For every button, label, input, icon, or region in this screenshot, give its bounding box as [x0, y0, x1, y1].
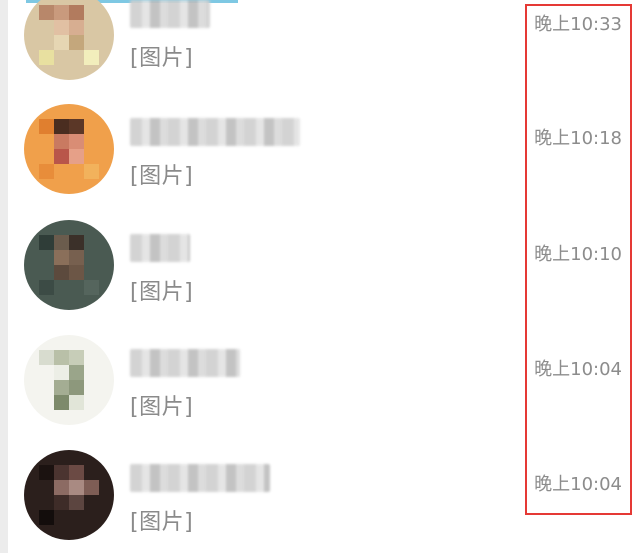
contact-name-blurred: [130, 234, 190, 262]
contact-avatar[interactable]: [24, 220, 114, 310]
avatar-pixel: [69, 395, 84, 410]
avatar-pixel: [54, 35, 69, 50]
avatar-pixel: [69, 480, 84, 495]
chat-list-item[interactable]: [图片] 晚上10:04: [0, 335, 640, 450]
message-preview: [图片]: [130, 46, 194, 71]
message-preview: [图片]: [130, 280, 194, 305]
chat-list: [图片] 晚上10:33 [图片] 晚上10:18 [图片] 晚上10:10 […: [0, 0, 640, 553]
avatar-pixel: [39, 350, 54, 365]
avatar-pixel: [69, 465, 84, 480]
contact-name-blurred: [130, 349, 240, 377]
message-time: 晚上10:04: [534, 474, 622, 495]
avatar-pixel: [69, 250, 84, 265]
avatar-pixel: [54, 265, 69, 280]
contact-name-blurred: [130, 464, 270, 492]
message-time: 晚上10:33: [534, 14, 622, 35]
chat-list-item[interactable]: [图片] 晚上10:10: [0, 220, 640, 335]
avatar-pixel: [69, 380, 84, 395]
avatar-pixel: [69, 350, 84, 365]
avatar-pixel: [84, 164, 99, 179]
avatar-pixel: [54, 395, 69, 410]
avatar-pixel: [69, 265, 84, 280]
avatar-pixel: [39, 235, 54, 250]
avatar-pixel: [54, 495, 69, 510]
avatar-pixel: [54, 119, 69, 134]
avatar-pixel: [69, 235, 84, 250]
avatar-pixel: [39, 119, 54, 134]
avatar-pixel: [84, 280, 99, 295]
contact-avatar[interactable]: [24, 0, 114, 80]
message-time: 晚上10:04: [534, 359, 622, 380]
message-preview: [图片]: [130, 510, 194, 535]
chat-list-item[interactable]: [图片] 晚上10:33: [0, 0, 640, 105]
avatar-pixel: [54, 5, 69, 20]
avatar-pixel: [54, 465, 69, 480]
avatar-pixel: [54, 134, 69, 149]
avatar-pixel: [39, 510, 54, 525]
avatar-pixel: [69, 149, 84, 164]
avatar-pixel: [39, 50, 54, 65]
avatar-pixel: [39, 465, 54, 480]
avatar-pixel: [84, 50, 99, 65]
message-preview: [图片]: [130, 395, 194, 420]
avatar-pixel: [54, 380, 69, 395]
avatar-pixel: [84, 480, 99, 495]
avatar-pixel: [39, 5, 54, 20]
message-time: 晚上10:10: [534, 244, 622, 265]
message-preview: [图片]: [130, 164, 194, 189]
avatar-pixel: [54, 480, 69, 495]
contact-avatar[interactable]: [24, 335, 114, 425]
message-time: 晚上10:18: [534, 128, 622, 149]
contact-avatar[interactable]: [24, 104, 114, 194]
avatar-pixel: [54, 365, 69, 380]
avatar-pixel: [54, 350, 69, 365]
contact-name-blurred: [130, 0, 210, 28]
avatar-pixel: [69, 5, 84, 20]
contact-name-blurred: [130, 118, 300, 146]
avatar-pixel: [69, 35, 84, 50]
avatar-pixel: [69, 119, 84, 134]
avatar-pixel: [54, 235, 69, 250]
avatar-pixel: [39, 164, 54, 179]
avatar-pixel: [69, 134, 84, 149]
avatar-pixel: [54, 149, 69, 164]
chat-list-item[interactable]: [图片] 晚上10:04: [0, 450, 640, 553]
contact-avatar[interactable]: [24, 450, 114, 540]
avatar-pixel: [69, 365, 84, 380]
avatar-pixel: [69, 495, 84, 510]
chat-list-item[interactable]: [图片] 晚上10:18: [0, 104, 640, 219]
avatar-pixel: [54, 20, 69, 35]
chat-screen: [图片] 晚上10:33 [图片] 晚上10:18 [图片] 晚上10:10 […: [0, 0, 640, 553]
avatar-pixel: [54, 250, 69, 265]
avatar-pixel: [39, 280, 54, 295]
avatar-pixel: [69, 20, 84, 35]
